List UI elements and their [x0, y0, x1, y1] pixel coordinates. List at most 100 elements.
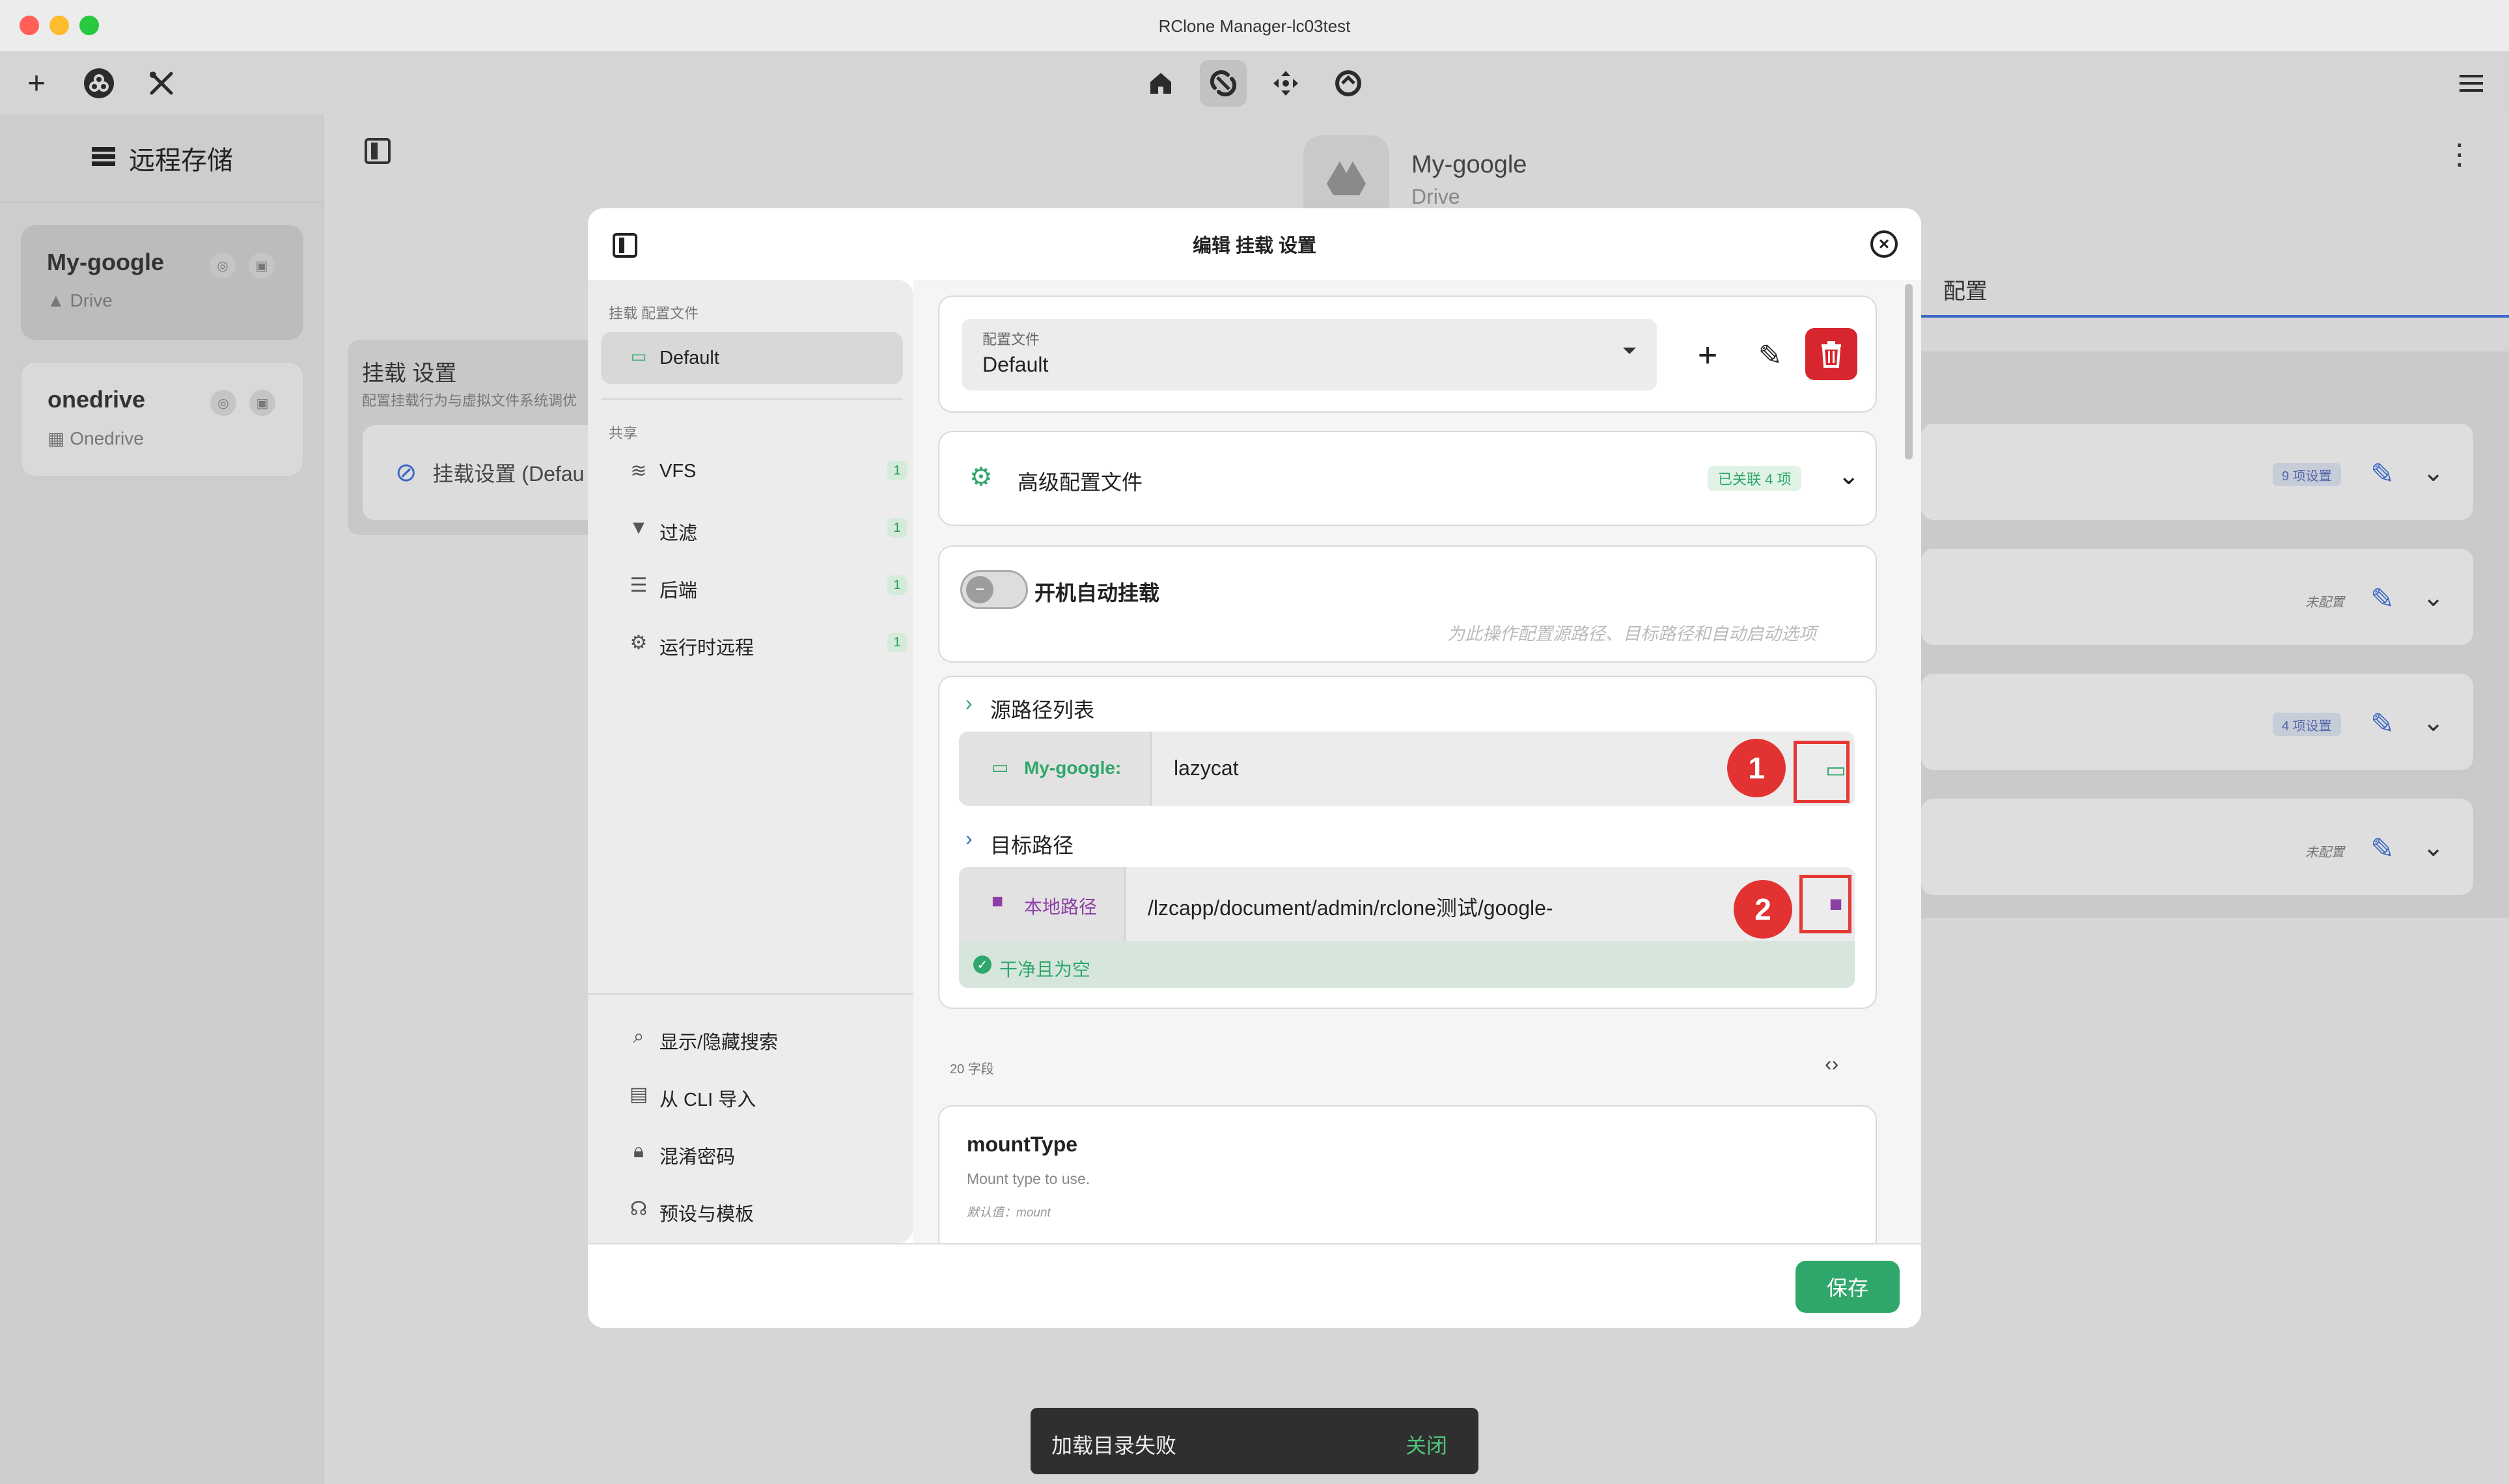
remote-name: onedrive	[48, 386, 146, 413]
sync-icon[interactable]	[1325, 60, 1372, 107]
drive-icon: ▭	[630, 346, 647, 366]
source-heading: 源路径列表	[990, 698, 1095, 722]
obscure-password-item[interactable]: 🔒︎ 混淆密码	[601, 1126, 903, 1178]
edit-icon[interactable]: ✎	[2370, 583, 2394, 616]
home-icon[interactable]	[1137, 60, 1184, 107]
toolbar: +	[0, 52, 2509, 115]
tools-icon[interactable]	[138, 60, 185, 107]
section-title: 挂载 设置	[362, 361, 457, 386]
mount-profile-item[interactable]: ⊘ 挂载设置 (Defau	[362, 424, 622, 521]
mount-status-icon: ◎	[210, 390, 236, 416]
save-button[interactable]: 保存	[1795, 1261, 1900, 1313]
edit-icon[interactable]: ✎	[2370, 708, 2394, 741]
chevron-down-icon[interactable]: ⌄	[2422, 583, 2445, 612]
storage-list-icon	[91, 144, 116, 173]
shared-item-filter[interactable]: ▼ 过滤 1	[601, 502, 907, 555]
settings-row-1[interactable]: 9 项设置 ✎ ⌄	[1920, 423, 2474, 521]
row-badge: 未配置	[2305, 596, 2344, 610]
toast-close-button[interactable]: 关闭	[1406, 1429, 1447, 1459]
remote-type: ▲ Drive	[47, 290, 113, 310]
shared-item-vfs[interactable]: ≋ VFS 1	[601, 445, 907, 497]
profiles-heading: 挂载 配置文件	[609, 305, 699, 322]
profile-select-label: 配置文件	[982, 331, 1040, 348]
folder-status-icon: ▣	[249, 253, 275, 279]
profile-label: Default	[659, 348, 719, 368]
settings-row-3[interactable]: 4 项设置 ✎ ⌄	[1920, 673, 2474, 771]
plus-icon[interactable]: +	[13, 60, 60, 107]
presets-templates-item[interactable]: ☊ 预设与模板	[601, 1183, 903, 1235]
edit-icon[interactable]: ✎	[2370, 832, 2394, 866]
advanced-label: 高级配置文件	[1018, 471, 1143, 494]
section-desc: 配置挂载行为与虚拟文件系统调优	[362, 392, 577, 409]
mount-profile-label: 挂载设置 (Defau	[432, 462, 585, 486]
edit-profile-icon[interactable]: ✎	[1744, 329, 1796, 381]
dropdown-arrow-icon	[1623, 348, 1636, 354]
chevron-down-icon[interactable]: ⌄	[2422, 458, 2445, 488]
target-path-row: ■ 本地路径 /lzcapp/document/admin/rclone测试/g…	[959, 867, 1855, 988]
toggle-knob: −	[966, 576, 993, 603]
remote-item-onedrive[interactable]: onedrive ◎ ▣ ▦ Onedrive	[21, 362, 303, 476]
profile-default[interactable]: ▭ Default	[601, 332, 903, 384]
scrollbar[interactable]	[1905, 284, 1913, 460]
divider	[601, 398, 903, 400]
chevron-right-icon[interactable]: ›	[965, 827, 973, 851]
remote-item-my-google[interactable]: My-google ◎ ▣ ▲ Drive	[21, 225, 303, 340]
edit-icon[interactable]: ✎	[2370, 458, 2394, 491]
chevron-down-icon[interactable]: ⌄	[2422, 708, 2445, 737]
tab-underline	[1920, 315, 2509, 318]
advanced-profile-card[interactable]: ⚙ 高级配置文件 已关联 4 项 ⌄	[938, 431, 1877, 526]
autostart-label: 开机自动挂载	[1034, 581, 1160, 605]
delete-profile-button[interactable]	[1805, 328, 1857, 380]
target-path-input[interactable]: /lzcapp/document/admin/rclone测试/google-	[1148, 892, 1553, 922]
chevron-down-icon[interactable]: ⌄	[2422, 832, 2445, 862]
shared-item-runtime[interactable]: ⚙ 运行时远程 1	[601, 617, 907, 669]
vfs-icon: ≋	[630, 460, 647, 482]
profile-select[interactable]: 配置文件 Default	[962, 319, 1657, 391]
lock-icon: 🔒︎	[633, 1140, 644, 1162]
settings-row-4[interactable]: 未配置 ✎ ⌄	[1920, 798, 2474, 896]
shared-item-backend[interactable]: ☰ 后端 1	[601, 560, 907, 612]
row-badge: 9 项设置	[2273, 463, 2341, 486]
chevron-right-icon[interactable]: ›	[965, 691, 973, 715]
count-badge: 1	[887, 633, 907, 652]
import-cli-item[interactable]: ▤ 从 CLI 导入	[601, 1069, 903, 1121]
chevron-down-icon[interactable]: ⌄	[1838, 461, 1860, 491]
toast-notification: 加载目录失败 关闭	[1031, 1408, 1478, 1474]
title-bar: RClone Manager-lc03test	[0, 0, 2509, 52]
target-heading: 目标路径	[990, 834, 1074, 857]
search-icon: ⌕	[633, 1026, 645, 1047]
hamburger-icon[interactable]	[2448, 60, 2495, 107]
count-badge: 1	[887, 575, 907, 595]
close-icon[interactable]: ×	[1870, 230, 1898, 258]
trash-icon	[1822, 341, 1841, 368]
transfer-icon[interactable]	[1262, 60, 1309, 107]
toggle-search-item[interactable]: ⌕ 显示/隐藏搜索	[601, 1011, 903, 1064]
sidebar-toggle-icon[interactable]	[365, 138, 391, 164]
dialog-footer	[588, 1243, 1921, 1328]
mount-icon[interactable]	[1200, 60, 1247, 107]
settings-row-2[interactable]: 未配置 ✎ ⌄	[1920, 548, 2474, 646]
folder-status-icon: ▣	[249, 390, 275, 416]
field-name: mountType	[967, 1133, 1078, 1156]
remotes-sidebar: 远程存储 My-google ◎ ▣ ▲ Drive onedrive ◎ ▣ …	[0, 115, 324, 1484]
field-default: 默认值：mount	[967, 1206, 1051, 1220]
tab-config[interactable]: 配置	[1943, 273, 1988, 305]
target-status-bar: ✓ 干净且为空	[959, 941, 1855, 988]
source-path-row: ▭ My-google: lazycat ▭	[959, 732, 1855, 806]
count-badge: 1	[887, 461, 907, 480]
code-view-icon[interactable]: ‹›	[1825, 1052, 1838, 1076]
linked-badge: 已关联 4 项	[1708, 466, 1802, 491]
edit-mount-dialog: 编辑 挂载 设置 × 挂载 配置文件 ▭ Default 共享 ≋ VFS 1 …	[588, 208, 1921, 1328]
gear-icon: ⚙	[630, 632, 648, 653]
database-icon: ☰	[630, 575, 648, 596]
add-profile-icon[interactable]: +	[1682, 329, 1734, 381]
autostart-hint: 为此操作配置源路径、目标路径和自动启动选项	[1447, 624, 1816, 644]
filter-icon: ▼	[629, 517, 648, 538]
rclone-logo-icon[interactable]	[76, 60, 122, 107]
autostart-toggle[interactable]: −	[960, 570, 1028, 609]
more-options-icon[interactable]: ⋮	[2445, 138, 2474, 171]
source-path-input[interactable]: lazycat	[1174, 756, 1239, 780]
paths-card: › 源路径列表 ▭ My-google: lazycat ▭ › 目标路径 ■ …	[938, 676, 1877, 1009]
check-icon: ✓	[973, 955, 991, 974]
annotation-box-2	[1799, 875, 1851, 933]
